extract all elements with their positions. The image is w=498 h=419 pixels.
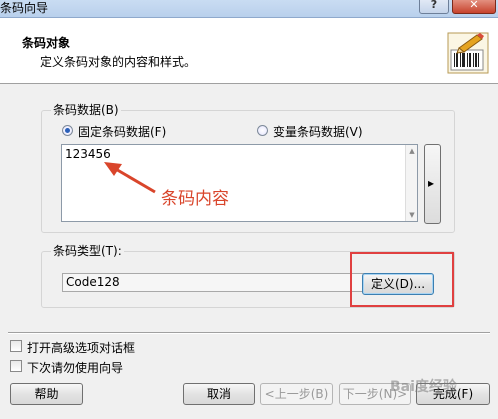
window-title: 条码向导 [0,1,49,15]
arrow-right-icon: ▸ [428,176,435,190]
annotation-arrow-icon [104,162,156,194]
help-button[interactable]: 帮助 [10,383,83,405]
page-subtitle: 定义条码对象的内容和样式。 [40,55,197,69]
barcode-pencil-icon [447,32,489,74]
radio-fixed-label[interactable]: 固定条码数据(F) [78,123,166,140]
define-button[interactable]: 定义(D)... [362,273,434,295]
page-title: 条码对象 [22,36,71,50]
annotation-label: 条码内容 [161,189,229,209]
dont-use-wizard-checkbox[interactable] [10,360,22,372]
advanced-dialog-label[interactable]: 打开高级选项对话框 [27,339,135,356]
radio-variable-label[interactable]: 变量条码数据(V) [273,123,363,140]
wizard-header [0,18,498,84]
dont-use-wizard-label[interactable]: 下次请勿使用向导 [27,359,123,376]
barcode-data-label: 条码数据(B) [51,101,121,118]
insert-data-button[interactable]: ▸ [424,144,441,224]
cancel-button[interactable]: 取消 [183,383,255,405]
watermark: Bai度经验 [390,379,457,395]
back-button[interactable]: <上一步(B) [260,383,333,405]
scroll-up-icon[interactable]: ▲ [406,147,418,155]
close-title-button[interactable]: ✕ [452,0,496,14]
barcode-type-label: 条码类型(T): [51,242,124,259]
scroll-down-icon[interactable]: ▼ [406,211,418,219]
divider [8,332,490,334]
content-scrollbar[interactable]: ▲ ▼ [405,145,417,221]
radio-variable-data[interactable] [257,125,268,136]
help-title-button[interactable]: ? [419,0,449,14]
barcode-content-value: 123456 [65,147,111,161]
radio-fixed-data[interactable] [62,125,73,136]
advanced-dialog-checkbox[interactable] [10,340,22,352]
